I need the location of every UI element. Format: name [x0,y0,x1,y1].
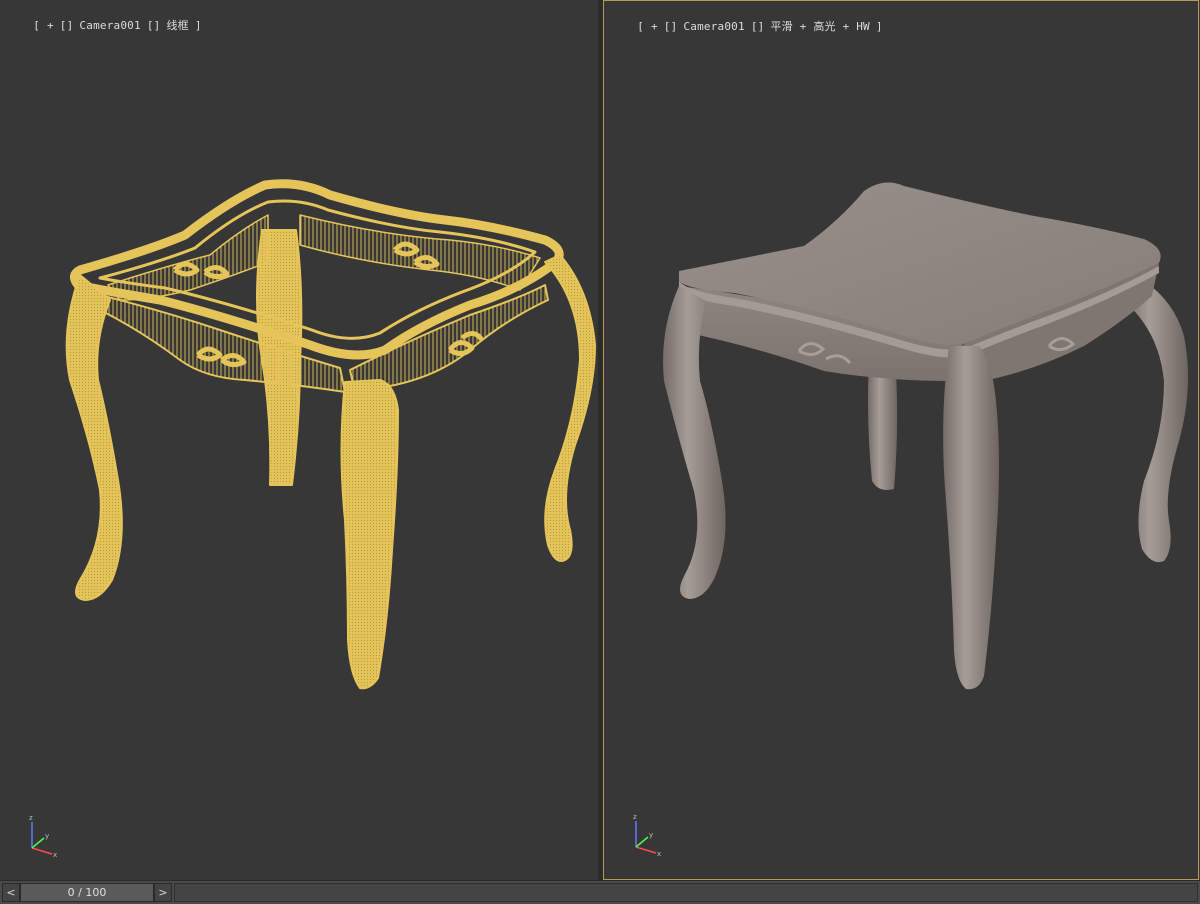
wireframe-table-model[interactable] [0,0,598,880]
timeline-frame-slider[interactable]: 0 / 100 [20,883,154,902]
timeline-prev-button[interactable]: < [2,883,20,902]
viewport-camera-wireframe[interactable]: [ +[] Camera001[] 线框] z y x [0,0,598,880]
timeline-bar: < 0 / 100 > [0,880,1200,904]
axis-z-label: z [633,813,637,821]
axis-y-label: y [649,831,653,839]
viewport-camera-shaded[interactable]: [ +[] Camera001[] 平滑 + 高光 + HW] z y x [603,0,1199,880]
axis-gizmo: z y x [29,814,57,858]
axis-x-label: x [53,851,57,858]
shaded-table-model[interactable] [604,1,1198,879]
axis-z-label: z [29,814,33,822]
timeline-next-button[interactable]: > [154,883,172,902]
axis-gizmo: z y x [633,813,661,857]
axis-x-label: x [657,850,661,857]
timeline-track[interactable] [174,883,1198,902]
axis-y-label: y [45,832,49,840]
